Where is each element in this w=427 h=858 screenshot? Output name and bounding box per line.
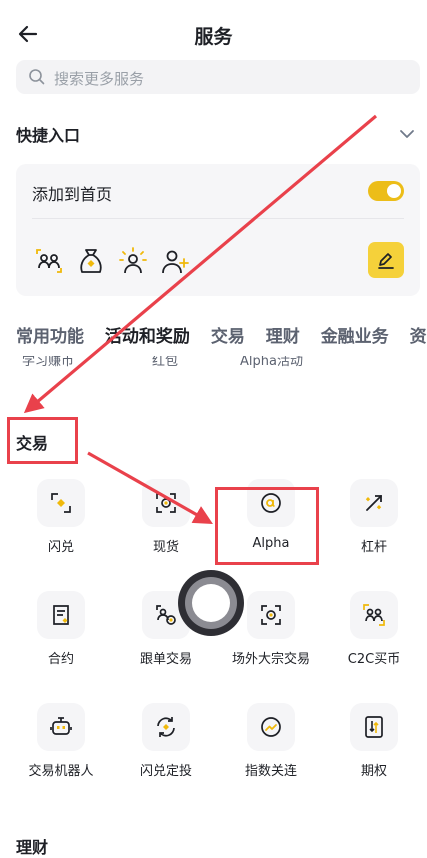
annotation-arrows (23, 114, 378, 524)
floating-assistive-button[interactable] (178, 570, 244, 636)
annotation-arrow (23, 114, 378, 414)
annotation-arrow (87, 451, 213, 524)
floating-button-core (192, 584, 230, 622)
